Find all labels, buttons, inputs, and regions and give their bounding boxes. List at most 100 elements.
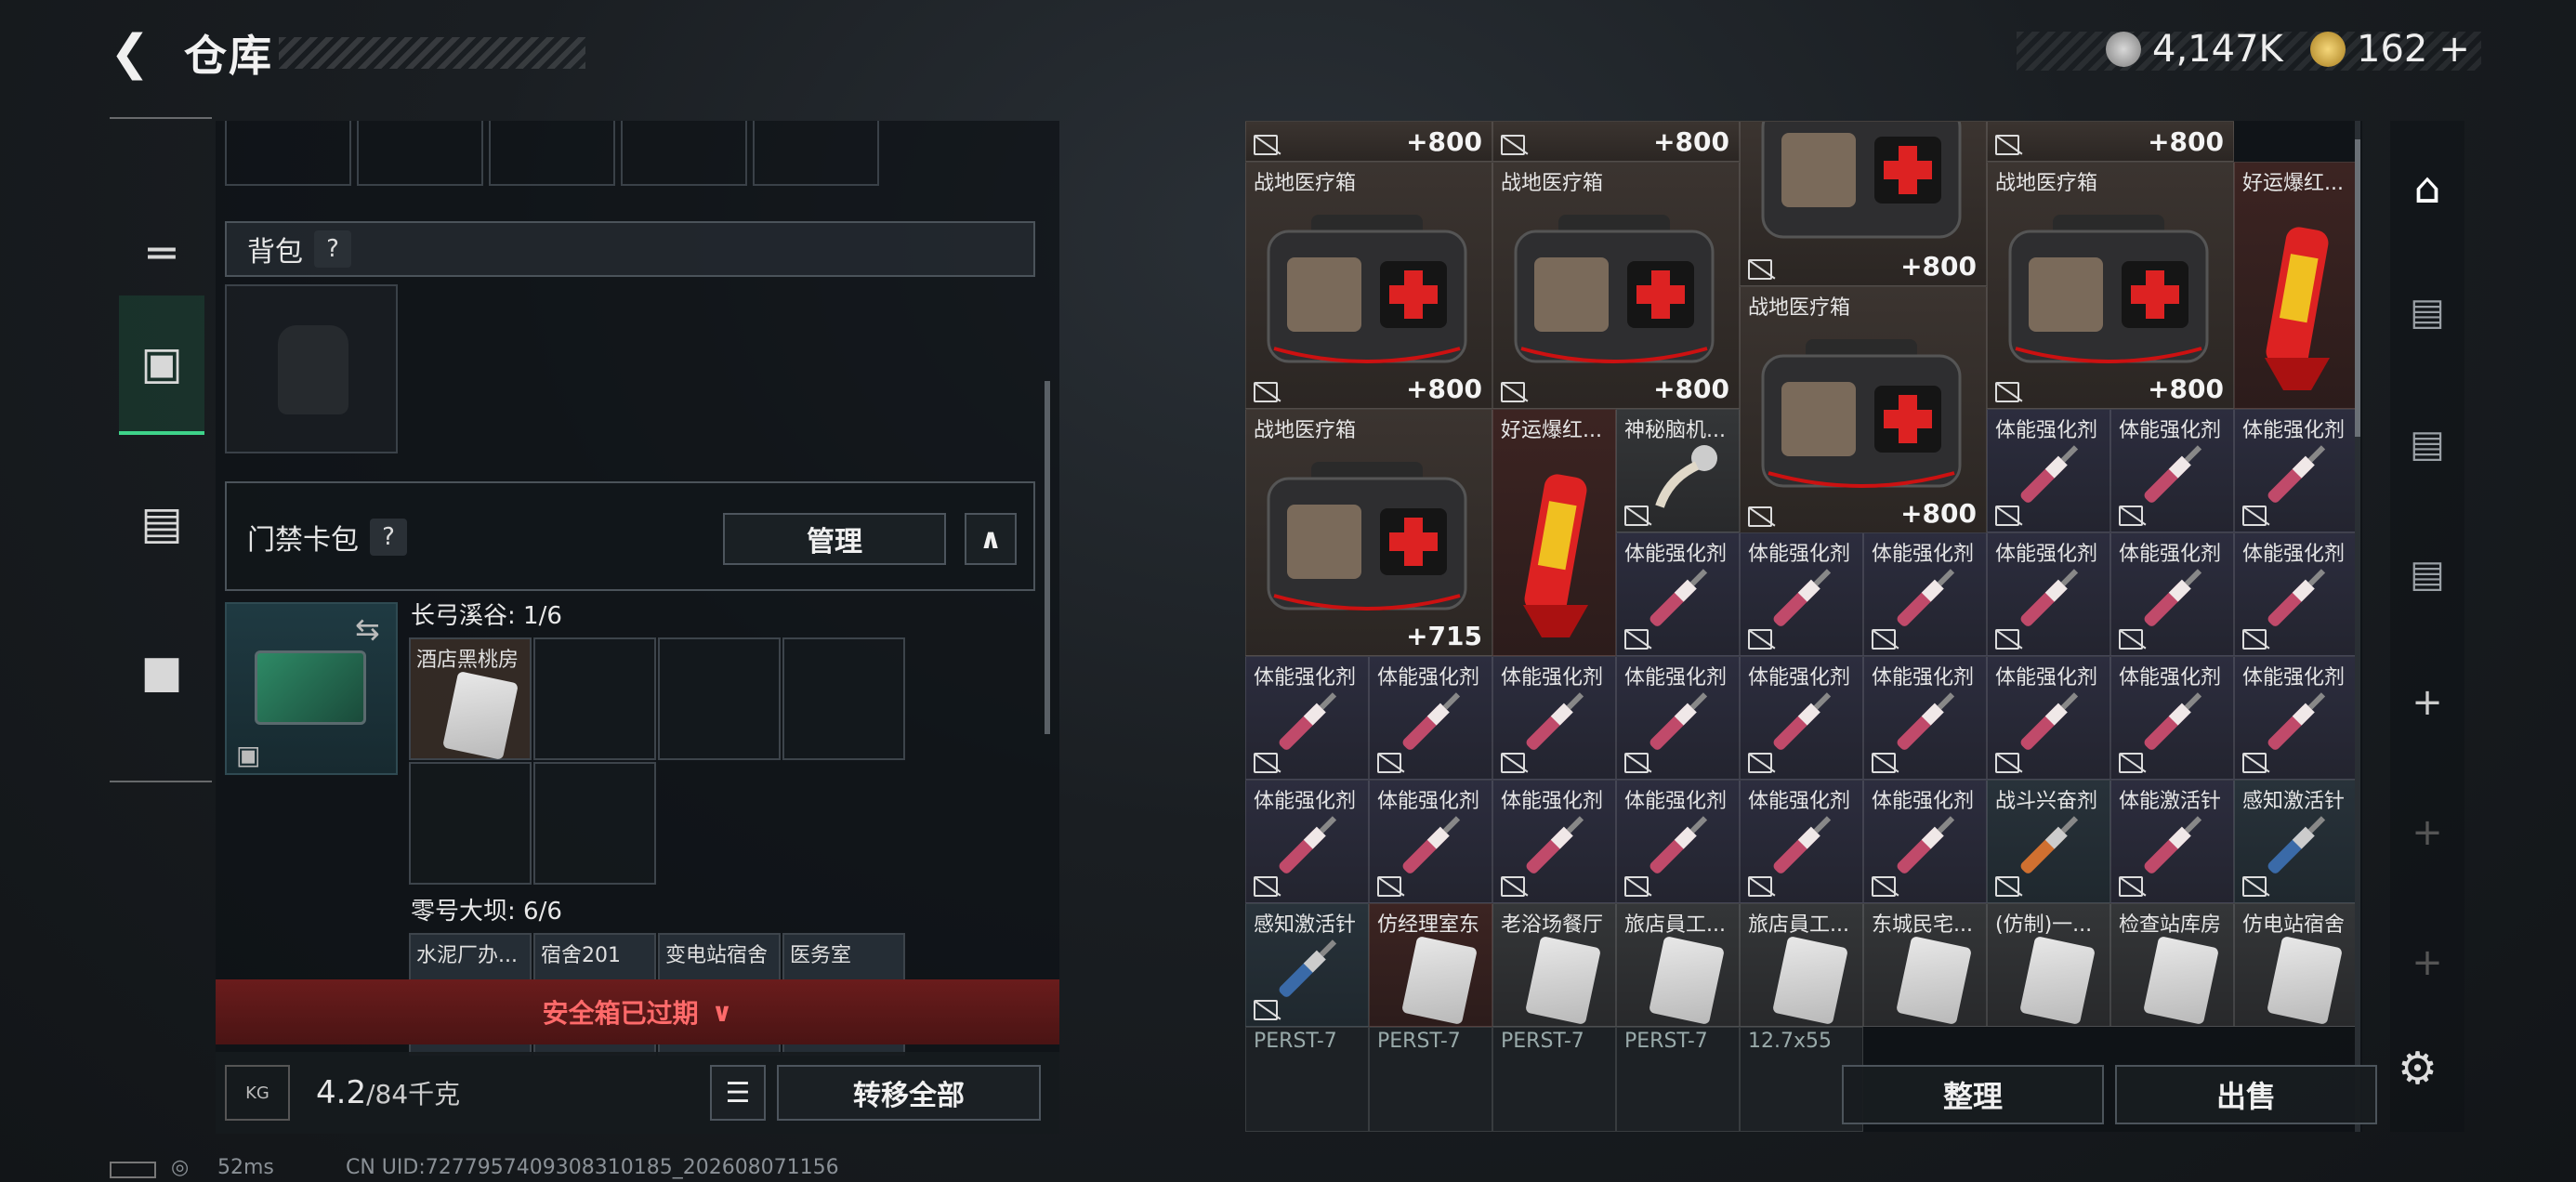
help-icon[interactable]: ? bbox=[314, 230, 351, 268]
stash-item[interactable]: 体能强化剂 bbox=[1987, 656, 2110, 780]
stash-item[interactable]: 仿电站宿舍 bbox=[2234, 903, 2358, 1027]
stash-item[interactable]: PERST-7 bbox=[1245, 1027, 1369, 1132]
stash-page-iii-icon[interactable]: ▤ bbox=[2403, 420, 2451, 468]
stash-item[interactable]: 战地医疗箱 +800 bbox=[1492, 162, 1740, 409]
stash-item[interactable]: (仿制)一... bbox=[1987, 903, 2110, 1027]
backpack-slot[interactable] bbox=[225, 284, 398, 453]
keycard-slot[interactable] bbox=[782, 637, 905, 760]
stash-item[interactable]: 旅店員工... bbox=[1740, 903, 1863, 1027]
stash-item[interactable]: 神秘脑机... bbox=[1616, 409, 1740, 532]
stash-item[interactable]: 体能强化剂 bbox=[1492, 656, 1616, 780]
stash-item[interactable]: 体能强化剂 bbox=[1616, 532, 1740, 656]
stash-item[interactable]: 旅店員工... bbox=[1616, 903, 1740, 1027]
stash-item[interactable]: 仿经理室东 bbox=[1369, 903, 1492, 1027]
stash-item[interactable]: 体能强化剂 bbox=[1863, 656, 1987, 780]
stash-item[interactable]: 体能强化剂 bbox=[1492, 780, 1616, 903]
stash-scrollbar[interactable] bbox=[2355, 139, 2360, 437]
stash-item[interactable]: PERST-7 bbox=[1369, 1027, 1492, 1132]
stash-item[interactable]: 体能强化剂 bbox=[1616, 780, 1740, 903]
stash-item[interactable]: 体能强化剂 bbox=[1987, 532, 2110, 656]
stash-item[interactable]: 体能强化剂 bbox=[1863, 532, 1987, 656]
keycard-slot[interactable] bbox=[533, 762, 656, 885]
stash-item[interactable]: 体能强化剂 bbox=[1616, 656, 1740, 780]
nav-vest[interactable]: ▤ bbox=[119, 453, 204, 593]
equip-slot[interactable] bbox=[489, 121, 615, 186]
stash-page-iii-b-icon[interactable]: ▤ bbox=[2403, 550, 2451, 598]
sort-button[interactable]: 整理 bbox=[1842, 1065, 2104, 1124]
nav-gear[interactable]: ▣ bbox=[119, 296, 204, 435]
stash-item[interactable]: 体能强化剂 bbox=[1740, 656, 1863, 780]
transfer-all-button[interactable]: 转移全部 bbox=[777, 1065, 1041, 1121]
stash-item[interactable]: 体能激活针 bbox=[2110, 780, 2234, 903]
add-page-icon[interactable]: + bbox=[2403, 939, 2451, 987]
stash-item[interactable]: PERST-7 bbox=[1616, 1027, 1740, 1132]
stash-item[interactable]: 感知激活针 bbox=[2234, 780, 2358, 903]
add-currency-button[interactable]: + bbox=[2438, 28, 2470, 71]
item-qty: +715 bbox=[1406, 621, 1482, 651]
stash-home-icon[interactable]: ⌂ bbox=[2403, 163, 2451, 213]
stash-item[interactable]: 体能强化剂 bbox=[2110, 532, 2234, 656]
back-icon[interactable]: ❮ bbox=[110, 28, 156, 79]
stash-item[interactable]: 体能强化剂 bbox=[1740, 780, 1863, 903]
stash-page-tabs: ⌂ ▤ ▤ ▤ + + + bbox=[2390, 121, 2464, 1132]
equip-slot[interactable] bbox=[225, 121, 351, 186]
stash-item[interactable]: 感知激活针 bbox=[1245, 903, 1369, 1027]
stash-item[interactable]: +800 bbox=[1492, 121, 1740, 162]
stash-item[interactable]: 老浴场餐厅 bbox=[1492, 903, 1616, 1027]
stash-item[interactable]: 战地医疗箱 +800 bbox=[1987, 162, 2234, 409]
nav-case[interactable]: ■ bbox=[119, 602, 204, 742]
no-insure-icon bbox=[1624, 629, 1649, 650]
stash-item[interactable]: 体能强化剂 bbox=[1863, 780, 1987, 903]
stash-item[interactable]: 体能强化剂 bbox=[1245, 656, 1369, 780]
add-page-icon[interactable]: + bbox=[2403, 808, 2451, 857]
swap-icon[interactable]: ⇆ bbox=[355, 611, 380, 647]
stash-item[interactable]: 体能强化剂 bbox=[2234, 532, 2358, 656]
weight-value: 4.2 bbox=[316, 1074, 367, 1111]
stash-item[interactable]: 检查站库房 bbox=[2110, 903, 2234, 1027]
list-view-button[interactable]: ☰ bbox=[710, 1065, 766, 1121]
keycard-slot[interactable]: 酒店黑桃房 bbox=[409, 637, 532, 760]
stash-item[interactable]: 东城民宅... bbox=[1863, 903, 1987, 1027]
keycard-slot[interactable] bbox=[409, 762, 532, 885]
keycard-slot[interactable] bbox=[658, 637, 781, 760]
stash-item[interactable]: 体能强化剂 bbox=[2110, 409, 2234, 532]
no-insure-icon bbox=[1377, 753, 1401, 773]
collapse-button[interactable]: ∧ bbox=[965, 513, 1017, 565]
stash-item[interactable]: +800 bbox=[1987, 121, 2234, 162]
scrollbar[interactable] bbox=[1045, 381, 1050, 734]
no-insure-icon bbox=[2119, 629, 2143, 650]
currency-b[interactable]: 162 + bbox=[2310, 28, 2470, 71]
equip-slot[interactable] bbox=[621, 121, 747, 186]
keycard-case[interactable]: ⇆ ▣ bbox=[225, 602, 398, 775]
no-insure-icon bbox=[1501, 382, 1525, 402]
sell-button[interactable]: 出售 bbox=[2115, 1065, 2377, 1124]
stash-item[interactable]: 体能强化剂 bbox=[2234, 409, 2358, 532]
stash-item[interactable]: +800 bbox=[1245, 121, 1492, 162]
stash-item[interactable]: 体能强化剂 bbox=[1245, 780, 1369, 903]
syringe-icon bbox=[1773, 692, 1832, 750]
keycard-slot[interactable] bbox=[533, 637, 656, 760]
stash-page-iv-icon[interactable]: ▤ bbox=[2403, 288, 2451, 336]
stash-item[interactable]: 体能强化剂 bbox=[2110, 656, 2234, 780]
stash-item[interactable]: 战地医疗箱 +800 bbox=[1245, 162, 1492, 409]
stash-item[interactable]: 战地医疗箱 +715 bbox=[1245, 409, 1492, 656]
manage-button[interactable]: 管理 bbox=[723, 513, 946, 565]
stash-item[interactable]: 战斗兴奋剂 bbox=[1987, 780, 2110, 903]
stash-item[interactable]: 好运爆红... bbox=[1492, 409, 1616, 656]
stash-item[interactable]: 好运爆红... bbox=[2234, 162, 2358, 409]
card-name: 酒店黑桃房 bbox=[416, 649, 519, 672]
equip-slot[interactable] bbox=[357, 121, 483, 186]
stash-item[interactable]: 战地医疗箱 +800 bbox=[1740, 286, 1987, 533]
equip-slot[interactable] bbox=[753, 121, 879, 186]
stash-item[interactable]: 体能强化剂 bbox=[1369, 780, 1492, 903]
help-icon[interactable]: ? bbox=[370, 519, 407, 556]
stash-item[interactable]: 体能强化剂 bbox=[1740, 532, 1863, 656]
add-page-icon[interactable]: + bbox=[2403, 678, 2451, 727]
safe-box-banner[interactable]: 安全箱已过期 ∨ bbox=[216, 979, 1059, 1044]
settings-gear-icon[interactable]: ⚙ bbox=[2398, 1043, 2450, 1095]
stash-item[interactable]: 体能强化剂 bbox=[1369, 656, 1492, 780]
stash-item[interactable]: 体能强化剂 bbox=[2234, 656, 2358, 780]
stash-item[interactable]: +800 bbox=[1740, 121, 1987, 286]
stash-item[interactable]: 体能强化剂 bbox=[1987, 409, 2110, 532]
stash-item[interactable]: PERST-7 bbox=[1492, 1027, 1616, 1132]
